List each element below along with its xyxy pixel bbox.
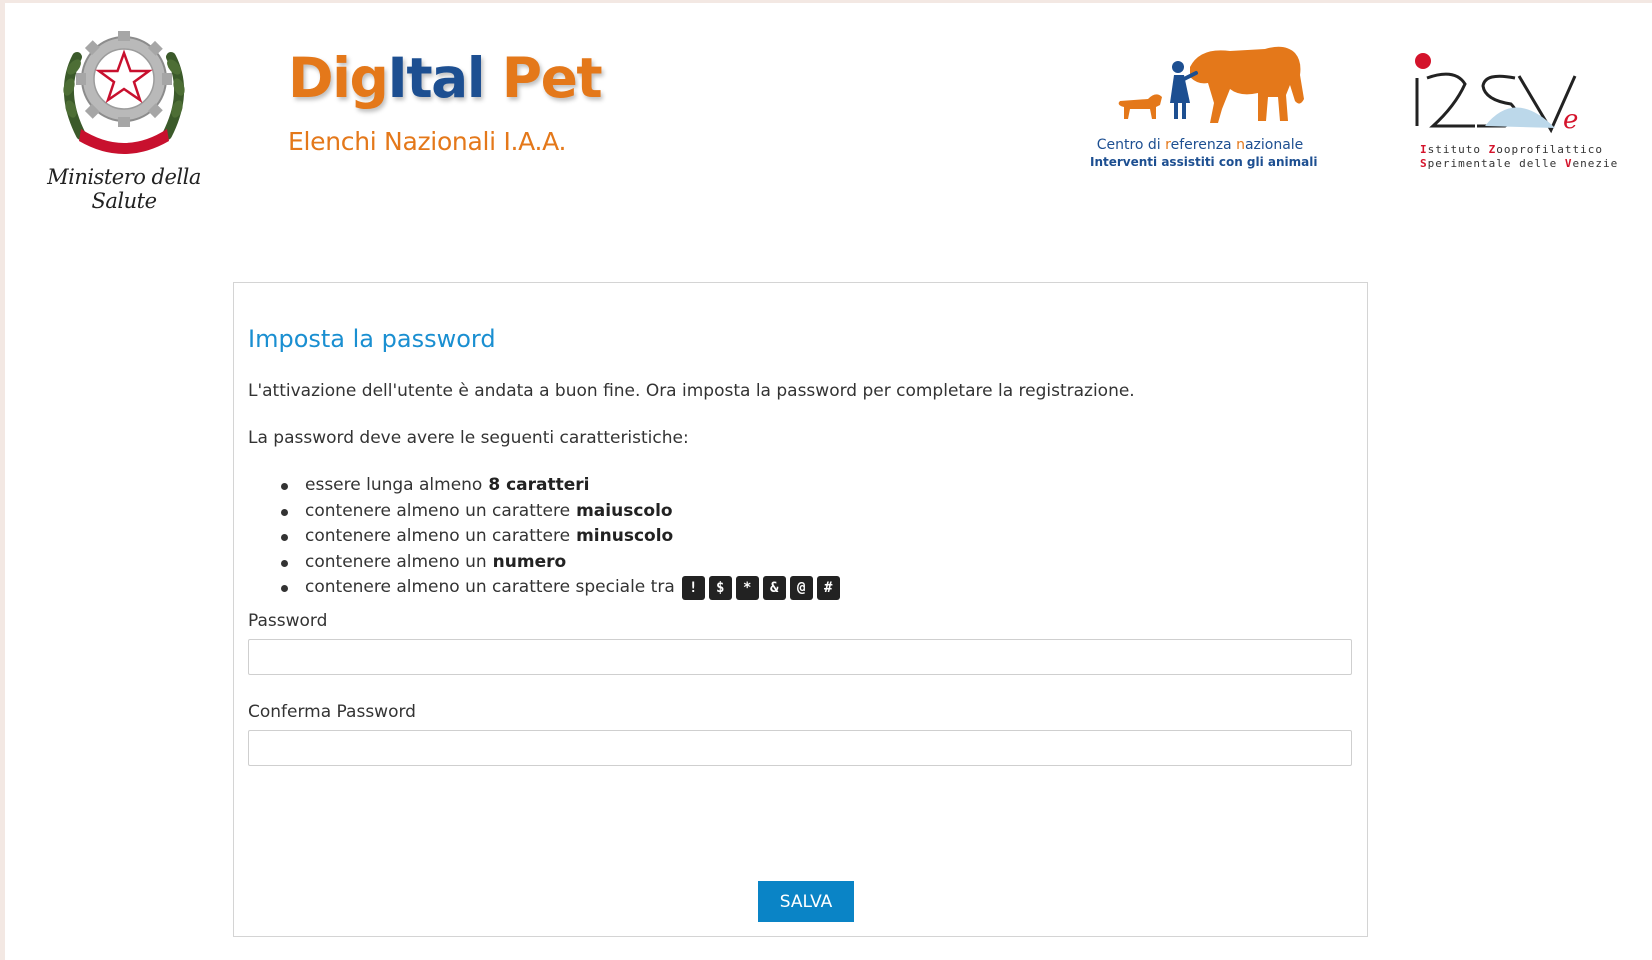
requirement-item: contenere almeno un carattere minuscolo [281, 524, 840, 550]
special-chars: ! $ * & @ # [681, 575, 840, 600]
activation-message: L'attivazione dell'utente è andata a buo… [248, 381, 1135, 401]
centro-line1-c: eferenza [1170, 137, 1237, 153]
digital-pet-logo: DigItal Pet Elenchi Nazionali I.A.A. [288, 43, 603, 156]
special-char-badge: ! [681, 575, 705, 600]
izsve-line2-b: perimentale delle [1427, 157, 1565, 170]
izsve-line1-b: stituto [1427, 143, 1489, 156]
special-char-badge: * [735, 575, 759, 600]
confirm-password-label: Conferma Password [248, 702, 416, 722]
requirement-emphasis: maiuscolo [576, 500, 673, 521]
brand-title: DigItal Pet [288, 43, 603, 113]
centro-referenza-logo: Centro di referenza nazionale Interventi… [1090, 37, 1318, 177]
izsve-line2: Sperimentale delle Venezie [1420, 157, 1617, 170]
izsve-logo: e Istituto Zooprofilattico Sperimentale … [1415, 48, 1617, 178]
header: Ministero della Salute DigItal Pet Elenc… [5, 3, 1652, 213]
centro-line1-e: azionale [1244, 137, 1304, 153]
password-label: Password [248, 611, 328, 631]
password-panel: Imposta la password L'attivazione dell'u… [233, 282, 1368, 937]
horse-child-dog-icon [1118, 46, 1304, 123]
brand-title-dig: Dig [288, 46, 389, 110]
requirement-item: contenere almeno un numero [281, 550, 840, 576]
centro-line1-a: Centro di [1096, 137, 1166, 153]
requirement-text: contenere almeno un carattere [305, 500, 571, 521]
izsve-line2-a: S [1420, 157, 1428, 170]
special-char-badge: $ [708, 575, 732, 600]
requirement-emphasis: numero [492, 551, 567, 572]
requirement-item: contenere almeno un carattere maiuscolo [281, 499, 840, 525]
centro-line2: Interventi assistiti con gli animali [1090, 155, 1318, 169]
requirements-title: La password deve avere le seguenti carat… [248, 428, 689, 448]
requirement-text: contenere almeno un [305, 551, 487, 572]
requirement-emphasis: minuscolo [576, 526, 674, 546]
izsve-line2-d: enezie [1572, 157, 1619, 170]
requirement-text: contenere almeno un carattere [305, 526, 571, 546]
requirement-item: contenere almeno un carattere speciale t… [281, 575, 840, 601]
italian-emblem-icon [63, 31, 185, 154]
password-input[interactable] [248, 639, 1352, 675]
brand-title-i: I [387, 46, 407, 110]
ministero-label: Ministero della Salute [47, 165, 201, 213]
confirm-password-input[interactable] [248, 730, 1352, 766]
requirement-text: contenere almeno un carattere speciale t… [305, 577, 675, 597]
requirement-emphasis: 8 caratteri [488, 475, 590, 495]
ministero-logo: Ministero della Salute [19, 17, 229, 213]
izsve-line1: Istituto Zooprofilattico [1420, 143, 1603, 156]
izsve-mark-icon: e [1415, 53, 1578, 135]
izsve-line1-d: ooprofilattico [1496, 143, 1603, 156]
page: Ministero della Salute DigItal Pet Elenc… [5, 3, 1652, 960]
page-title: Imposta la password [248, 325, 496, 353]
centro-line1: Centro di referenza nazionale [1090, 137, 1310, 153]
save-button[interactable]: SALVA [758, 881, 854, 922]
izsve-line1-a: I [1420, 143, 1428, 156]
svg-text:e: e [1563, 105, 1578, 135]
special-char-badge: @ [789, 575, 813, 600]
requirements-list: essere lunga almeno 8 caratteri contenere… [281, 473, 840, 601]
brand-title-pet: Pet [501, 46, 603, 110]
centro-line1-d: n [1236, 137, 1245, 153]
requirement-text: essere lunga almeno [305, 475, 483, 495]
special-char-badge: # [816, 575, 840, 600]
requirement-item: essere lunga almeno 8 caratteri [281, 473, 840, 499]
brand-subtitle: Elenchi Nazionali I.A.A. [288, 127, 567, 156]
special-char-badge: & [762, 575, 786, 600]
brand-title-tal: tal [406, 46, 485, 110]
